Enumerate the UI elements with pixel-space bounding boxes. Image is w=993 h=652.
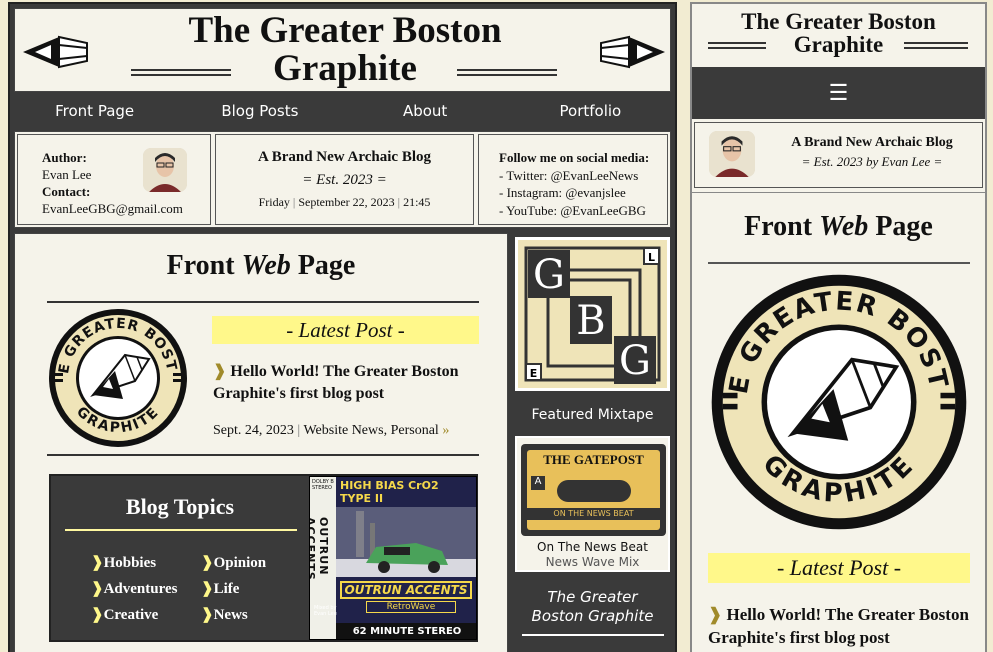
- svg-text:L: L: [648, 251, 655, 264]
- tape-subtitle: ON THE NEWS BEAT: [527, 508, 660, 520]
- gbg-monogram-art: G B G L E: [524, 246, 661, 384]
- date-time: Friday | September 22, 2023 | 21:45: [258, 195, 431, 209]
- author-panel: Author: Evan Lee Contact: EvanLeeGBG@gma…: [17, 134, 211, 225]
- social-heading: Follow me on social media:: [499, 150, 650, 165]
- nav-blog-posts[interactable]: Blog Posts: [179, 95, 341, 128]
- featured-mixtape-card[interactable]: THE GATEPOST A ON THE NEWS BEAT On The N…: [515, 436, 670, 572]
- gbg-logo[interactable]: THE GREATER BOSTON GRAPHITE: [708, 271, 970, 533]
- mobile-page-title: Front Web Page: [744, 211, 933, 242]
- divider: [47, 454, 479, 456]
- gbg-logo[interactable]: THE GREATER BOSTON GRAPHITE: [47, 307, 189, 449]
- author-name: Evan Lee: [42, 167, 92, 182]
- chevron-right-icon: ❱: [201, 581, 214, 597]
- chevron-right-icon: ❱: [91, 581, 104, 597]
- mixtape-subtitle: News Wave Mix: [545, 555, 640, 569]
- pencil-icon: [600, 35, 665, 69]
- social-instagram: - Instagram: @evanjslee: [499, 185, 626, 200]
- topics-rule: [65, 529, 297, 531]
- social-panel: Follow me on social media: - Twitter: @E…: [478, 134, 668, 225]
- chevron-right-icon: ❱: [91, 555, 104, 571]
- sidebar: G B G L E Featured Mixtape THE GATEPOST …: [512, 233, 673, 652]
- read-more-link[interactable]: »: [442, 423, 449, 438]
- title-rule-left: [131, 69, 231, 76]
- title-rule-right: [457, 69, 557, 76]
- mobile-blog-est: = Est. 2023 by Evan Lee =: [801, 154, 943, 169]
- youtube-link[interactable]: @EvanLeeGBG: [560, 203, 646, 218]
- svg-text:B: B: [576, 298, 605, 344]
- mobile-latest-post-label: - Latest Post -: [708, 553, 970, 583]
- tape-side: A: [531, 476, 545, 490]
- topic-hobbies[interactable]: ❱Hobbies: [91, 550, 177, 576]
- blog-name: A Brand New Archaic Blog: [257, 149, 432, 165]
- site-title[interactable]: The Greater Boston Graphite: [135, 12, 555, 88]
- main-nav: Front Page Blog Posts About Portfolio: [14, 95, 671, 128]
- avatar: [143, 148, 187, 192]
- twitter-link[interactable]: @EvanLeeNews: [551, 168, 639, 183]
- cassette-art[interactable]: DOLBY B STEREO OUTRUN ACCENTS HIGH BIAS …: [309, 476, 477, 640]
- topic-news[interactable]: ❱News: [201, 602, 266, 628]
- social-twitter: - Twitter: @EvanLeeNews: [499, 167, 639, 183]
- blog-topics-heading: Blog Topics: [125, 494, 235, 519]
- blog-topics-box: Blog Topics ❱Hobbies ❱Adventures ❱Creati…: [49, 474, 478, 642]
- car-photo: [336, 507, 476, 577]
- avatar: [709, 131, 755, 177]
- nav-about[interactable]: About: [344, 95, 506, 128]
- latest-post-label: - Latest Post -: [212, 316, 479, 344]
- hamburger-menu-icon[interactable]: ☰: [692, 67, 985, 119]
- chevron-right-icon: ❱: [708, 605, 723, 624]
- chevron-right-icon: ❱: [201, 607, 214, 623]
- social-youtube: - YouTube: @EvanLeeGBG: [499, 202, 646, 218]
- site-header: The Greater Boston Graphite: [14, 8, 671, 92]
- desktop-view: The Greater Boston Graphite Front Page B…: [8, 2, 677, 652]
- divider: [708, 262, 970, 264]
- mobile-site-title[interactable]: The Greater Boston Graphite: [692, 4, 985, 66]
- latest-post-meta: Sept. 24, 2023 | Website News, Personal …: [213, 423, 450, 438]
- gbg-monogram[interactable]: G B G L E: [515, 237, 670, 391]
- cassette-icon: THE GATEPOST A ON THE NEWS BEAT: [521, 444, 666, 536]
- avatar-photo: [143, 148, 187, 192]
- topic-creative[interactable]: ❱Creative: [91, 602, 177, 628]
- blog-panel: A Brand New Archaic Blog = Est. 2023 = F…: [215, 134, 474, 225]
- svg-text:E: E: [530, 367, 538, 380]
- page-title: Front Web Page: [166, 250, 356, 281]
- topic-life[interactable]: ❱Life: [201, 576, 266, 602]
- topic-adventures[interactable]: ❱Adventures: [91, 576, 177, 602]
- mixtape-title: On The News Beat: [537, 540, 648, 554]
- chevron-right-icon: ❱: [201, 555, 214, 571]
- svg-text:G: G: [533, 252, 565, 298]
- chevron-right-icon: ❱: [91, 607, 104, 623]
- featured-mixtape-label: Featured Mixtape: [531, 407, 654, 423]
- contact-label: Contact:: [42, 184, 91, 199]
- topic-opinion[interactable]: ❱Opinion: [201, 550, 266, 576]
- instagram-link[interactable]: @evanjslee: [565, 185, 625, 200]
- latest-post-title[interactable]: ❱ Hello World! The Greater Boston Graphi…: [213, 361, 481, 405]
- avatar-photo: [709, 131, 755, 177]
- sidebar-rule: [522, 634, 664, 636]
- chevron-right-icon: ❱: [213, 363, 227, 380]
- author-label: Author:: [42, 150, 87, 165]
- svg-text:G: G: [619, 338, 651, 384]
- blog-est: = Est. 2023 =: [302, 172, 387, 188]
- title-rule-right: [904, 42, 968, 49]
- mobile-view: The Greater Boston Graphite ☰ A Brand Ne…: [690, 2, 987, 652]
- sidebar-footer-title: The Greater Boston Graphite: [531, 588, 654, 625]
- nav-front-page[interactable]: Front Page: [14, 95, 176, 128]
- info-bar: Author: Evan Lee Contact: EvanLeeGBG@gma…: [14, 131, 671, 228]
- mobile-main: Front Web Page THE GREATER BOSTON GRAPHI…: [692, 192, 985, 652]
- mobile-blog-name: A Brand New Archaic Blog: [791, 135, 953, 150]
- author-email-link[interactable]: EvanLeeGBG@gmail.com: [42, 201, 183, 217]
- divider: [47, 301, 479, 303]
- tape-title: THE GATEPOST: [543, 452, 644, 467]
- pencil-icon: [23, 35, 88, 69]
- nav-portfolio[interactable]: Portfolio: [509, 95, 671, 128]
- mobile-blog-panel: A Brand New Archaic Blog = Est. 2023 by …: [694, 122, 983, 188]
- main-content: Front Web Page THE GREATER BOSTON GRAPHI…: [14, 233, 508, 652]
- mobile-latest-post-title[interactable]: ❱ Hello World! The Greater Boston Graphi…: [708, 603, 970, 649]
- title-rule-left: [708, 42, 766, 49]
